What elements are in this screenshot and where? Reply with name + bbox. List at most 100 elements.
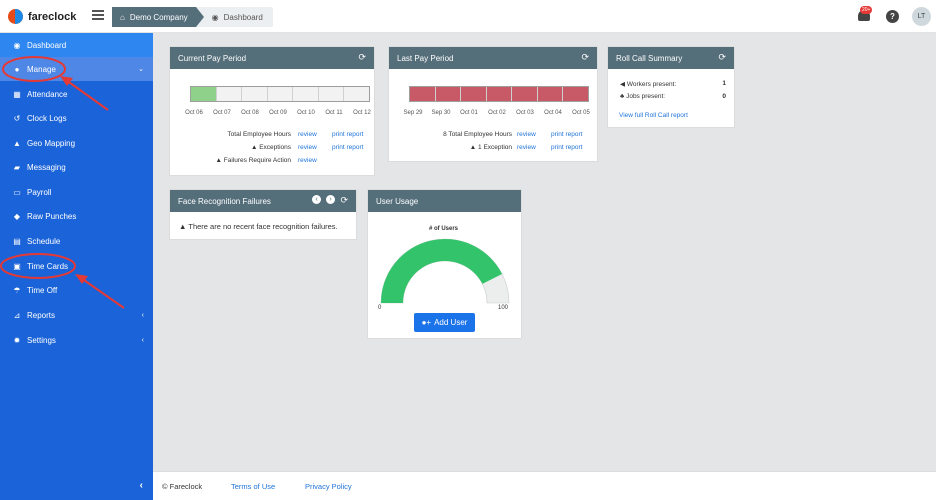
sidebar-item-clock-logs[interactable]: ↺ Clock Logs (0, 106, 153, 130)
attendance-icon: ▦ (13, 89, 21, 99)
pay-period-day-segment (344, 87, 369, 101)
workers-present-value: 1 (722, 80, 726, 87)
refresh-icon[interactable]: ⟳ (340, 195, 348, 206)
sidebar-item-manage[interactable]: ● Manage ⌄ (0, 57, 153, 81)
sidebar-item-reports[interactable]: ⊿ Reports ‹ (0, 303, 153, 327)
pay-period-day-segment (242, 87, 268, 101)
pay-period-day-label: Oct 03 (516, 110, 534, 116)
sidebar-item-messaging[interactable]: ▰ Messaging (0, 155, 153, 179)
help-icon[interactable]: ? (886, 10, 899, 23)
sidebar-item-time-off[interactable]: ☂ Time Off (0, 278, 153, 302)
sidebar-item-time-cards[interactable]: ▣ Time Cards (0, 254, 153, 278)
breadcrumb-page-label: Dashboard (223, 12, 263, 22)
workers-present-label: Workers present: (626, 81, 677, 88)
total-hours-label: Total Employee Hours (227, 131, 291, 138)
sidebar-item-payroll[interactable]: ▭ Payroll (0, 180, 153, 204)
previous-icon[interactable]: ‹ (312, 195, 321, 204)
current-pay-period-card: Current Pay Period ⟳ Oct 06 Oct 07 Oct 08 O… (169, 46, 375, 176)
exceptions-row: ▲ Exceptions (251, 144, 291, 151)
terms-link[interactable]: Terms of Use (231, 482, 275, 491)
sidebar-item-label: Raw Punches (27, 211, 77, 221)
review-link[interactable]: review (298, 144, 317, 151)
collapse-sidebar-icon[interactable]: ‹ (140, 480, 143, 491)
privacy-link[interactable]: Privacy Policy (305, 482, 352, 491)
warning-icon: ▲ (250, 144, 260, 151)
user-usage-gauge (380, 238, 510, 304)
gauge-max-label: 100 (498, 305, 509, 311)
pay-period-day-segment (512, 87, 538, 101)
sidebar-item-label: Clock Logs (27, 113, 67, 123)
card-header: Current Pay Period ⟳ (170, 47, 374, 69)
sidebar-item-label: Dashboard (27, 40, 67, 50)
add-user-button[interactable]: ●+ Add User (414, 313, 475, 332)
jobs-present-label: Jobs present: (626, 93, 666, 100)
card-header: Roll Call Summary ⟳ (608, 47, 734, 69)
dashboard-icon: ◉ (13, 40, 21, 50)
add-user-icon: ●+ (421, 318, 432, 327)
print-report-link[interactable]: print report (332, 131, 363, 138)
notification-badge: 20+ (860, 6, 873, 14)
refresh-icon[interactable]: ⟳ (581, 52, 589, 63)
review-link[interactable]: review (517, 144, 536, 151)
pay-period-day-labels: Sep 29 Sep 30 Oct 01 Oct 02 Oct 03 Oct 04 Oct … (399, 110, 595, 116)
sidebar-item-label: Time Cards (27, 261, 69, 271)
failures-row: ▲ Failures Require Action (216, 157, 291, 164)
pay-period-day-labels: Oct 06 Oct 07 Oct 08 Oct 09 Oct 10 Oct 11 Oct … (180, 110, 376, 116)
face-recognition-message: There are no recent face recognition fai… (188, 222, 338, 231)
chevron-down-icon: ⌄ (138, 66, 144, 73)
pay-period-day-segment (319, 87, 345, 101)
pay-period-day-segment (191, 87, 217, 101)
gear-icon: ✹ (13, 335, 21, 345)
sidebar-item-geo-mapping[interactable]: ▲ Geo Mapping (0, 131, 153, 155)
sidebar-item-settings[interactable]: ✹ Settings ‹ (0, 328, 153, 352)
card-header: Face Recognition Failures ‹ › ⟳ (170, 190, 356, 212)
print-report-link[interactable]: print report (332, 144, 363, 151)
pay-period-day-segment (486, 87, 513, 101)
sidebar: ◉ Dashboard ● Manage ⌄ ▦ Attendance ↺ Cl… (0, 33, 153, 500)
refresh-icon[interactable]: ⟳ (718, 52, 726, 63)
pay-period-day-label: Oct 11 (325, 110, 343, 116)
pay-period-day-label: Oct 01 (460, 110, 478, 116)
sidebar-item-schedule[interactable]: ▤ Schedule (0, 229, 153, 253)
print-report-link[interactable]: print report (551, 144, 582, 151)
car-icon: ◆ (13, 211, 21, 221)
review-link[interactable]: review (298, 157, 317, 164)
app-logo[interactable]: fareclock (8, 9, 76, 24)
breadcrumb-company[interactable]: ⌂ Demo Company (112, 7, 204, 27)
last-pay-period-card: Last Pay Period ⟳ Sep 29 Sep 30 Oct 01 Oct … (388, 46, 598, 162)
sidebar-item-label: Schedule (27, 236, 61, 246)
jobs-present-row: ♣ Jobs present: (620, 93, 665, 100)
chevron-left-icon: ‹ (141, 311, 144, 319)
add-user-label: Add User (434, 318, 468, 327)
print-report-link[interactable]: print report (551, 131, 582, 138)
pay-period-day-label: Oct 05 (572, 110, 590, 116)
warning-icon: ▲ (469, 144, 479, 151)
next-icon[interactable]: › (326, 195, 335, 204)
gauge-min-label: 0 (378, 305, 382, 311)
notifications-button[interactable]: 20+ (858, 6, 873, 22)
review-link[interactable]: review (517, 131, 536, 138)
avatar[interactable]: LT (912, 7, 931, 26)
breadcrumb-page[interactable]: ◉ Dashboard (196, 7, 273, 27)
dashboard-main: Current Pay Period ⟳ Oct 06 Oct 07 Oct 08 O… (153, 33, 936, 471)
pay-period-day-segment (217, 87, 243, 101)
exceptions-row: ▲ 1 Exception (470, 144, 512, 151)
sidebar-item-label: Geo Mapping (27, 138, 76, 148)
card-title: Current Pay Period (178, 53, 247, 63)
pay-period-day-segment (537, 87, 564, 101)
pay-period-day-label: Oct 09 (269, 110, 287, 116)
sidebar-item-raw-punches[interactable]: ◆ Raw Punches (0, 204, 153, 228)
beach-icon: ☂ (13, 285, 21, 295)
sidebar-item-attendance[interactable]: ▦ Attendance (0, 82, 153, 106)
pay-period-day-segment (410, 87, 436, 101)
warning-icon: ▲ (215, 157, 224, 164)
fareclock-logo-icon (8, 9, 23, 24)
sidebar-item-dashboard[interactable]: ◉ Dashboard (0, 33, 153, 57)
top-bar: fareclock ⌂ Demo Company ◉ Dashboard 20+… (0, 0, 936, 33)
review-link[interactable]: review (298, 131, 317, 138)
pay-period-progress-bar (409, 86, 589, 102)
face-recognition-message-row: ▲ There are no recent face recognition f… (179, 222, 338, 231)
menu-toggle-icon[interactable] (92, 10, 104, 20)
refresh-icon[interactable]: ⟳ (358, 52, 366, 63)
roll-call-report-link[interactable]: View full Roll Call report (619, 112, 688, 119)
